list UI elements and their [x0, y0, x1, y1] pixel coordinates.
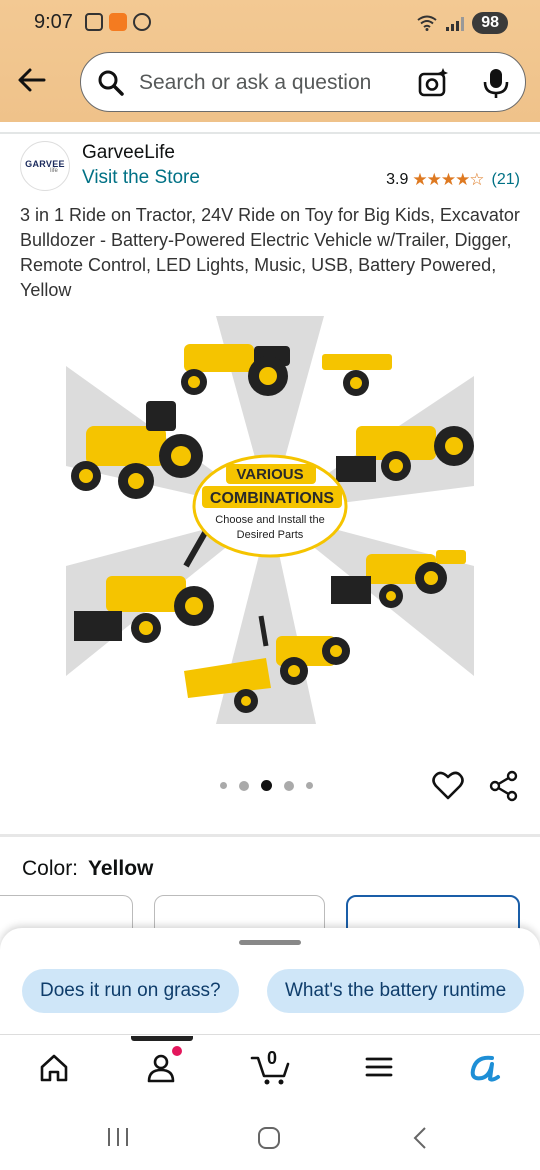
- rufus-icon[interactable]: [468, 1052, 502, 1084]
- product-title: 3 in 1 Ride on Tractor, 24V Ride on Toy …: [20, 205, 520, 300]
- menu-icon[interactable]: [364, 1052, 394, 1082]
- search-input[interactable]: Search or ask a question: [139, 71, 371, 95]
- mic-icon[interactable]: [481, 67, 511, 99]
- profile-icon[interactable]: [145, 1052, 177, 1084]
- status-circle-icon: [133, 13, 151, 31]
- rating-summary[interactable]: 3.9 ★★★★☆ (21): [386, 170, 520, 190]
- status-right: 98: [416, 12, 508, 34]
- badge-caption-line2: Desired Parts: [237, 529, 304, 541]
- screenshot-icon: [85, 13, 103, 31]
- status-icons: [85, 13, 151, 31]
- logo-subtext: life: [50, 167, 58, 174]
- visit-store-link[interactable]: Visit the Store: [82, 167, 200, 189]
- app-notification-icon: [109, 13, 127, 31]
- battery-indicator: 98: [472, 12, 508, 34]
- carousel-dot[interactable]: [284, 780, 294, 791]
- signal-icon: [446, 15, 465, 31]
- wifi-icon: [417, 15, 437, 31]
- logo-text: GARVEE: [25, 158, 65, 169]
- recent-apps-icon[interactable]: [106, 1126, 130, 1148]
- status-bar: 9:07 98: [0, 0, 540, 46]
- badge-caption-line1: Choose and Install the: [215, 514, 324, 526]
- bottom-nav: [0, 1036, 540, 1106]
- status-time: 9:07: [34, 11, 73, 33]
- product-image[interactable]: VARIOUS COMBINATIONS Choose and Install …: [66, 316, 474, 724]
- home-icon[interactable]: [38, 1052, 70, 1084]
- search-icon: [98, 70, 124, 96]
- camera-icon[interactable]: [417, 67, 449, 99]
- top-bar: 9:07 98 Search or ask a question: [0, 0, 540, 122]
- carousel-dots[interactable]: [220, 780, 313, 791]
- seller-name: GarveeLife: [82, 142, 175, 163]
- carousel-dot[interactable]: [239, 780, 249, 791]
- suggestion-chip[interactable]: Does it run on grass?: [22, 969, 239, 1013]
- system-back-icon[interactable]: [410, 1126, 430, 1150]
- seller-logo[interactable]: GARVEE life: [20, 141, 70, 191]
- carousel-dot-active[interactable]: [261, 780, 272, 791]
- cart-count: 0: [267, 1048, 278, 1068]
- carousel-dot[interactable]: [220, 782, 227, 789]
- sheet-divider: [0, 1034, 540, 1035]
- carousel-dot[interactable]: [306, 782, 313, 789]
- notification-dot: [172, 1046, 182, 1056]
- section-divider: [0, 834, 540, 837]
- suggestions-sheet[interactable]: Does it run on grass? What's the battery…: [0, 928, 540, 1036]
- search-bar[interactable]: Search or ask a question: [80, 52, 526, 112]
- sheet-handle[interactable]: [239, 940, 301, 945]
- back-arrow-icon[interactable]: [16, 64, 48, 96]
- color-value: Yellow: [88, 857, 154, 880]
- active-tab-indicator: [131, 1036, 193, 1041]
- badge-line2: COMBINATIONS: [210, 490, 334, 507]
- color-selector-label: Color: Yellow: [22, 857, 153, 881]
- share-icon[interactable]: [488, 770, 520, 802]
- review-count[interactable]: (21): [492, 171, 520, 189]
- home-button-icon[interactable]: [257, 1126, 281, 1150]
- heart-icon[interactable]: [432, 770, 464, 800]
- star-rating-icon: ★★★★☆: [412, 170, 484, 189]
- badge-line1: VARIOUS: [236, 466, 303, 483]
- system-nav-bar: [0, 1106, 540, 1170]
- color-label: Color:: [22, 857, 79, 880]
- rating-value: 3.9: [386, 171, 409, 188]
- header-divider: [0, 132, 540, 134]
- suggestion-chip[interactable]: What's the battery runtime: [267, 969, 525, 1013]
